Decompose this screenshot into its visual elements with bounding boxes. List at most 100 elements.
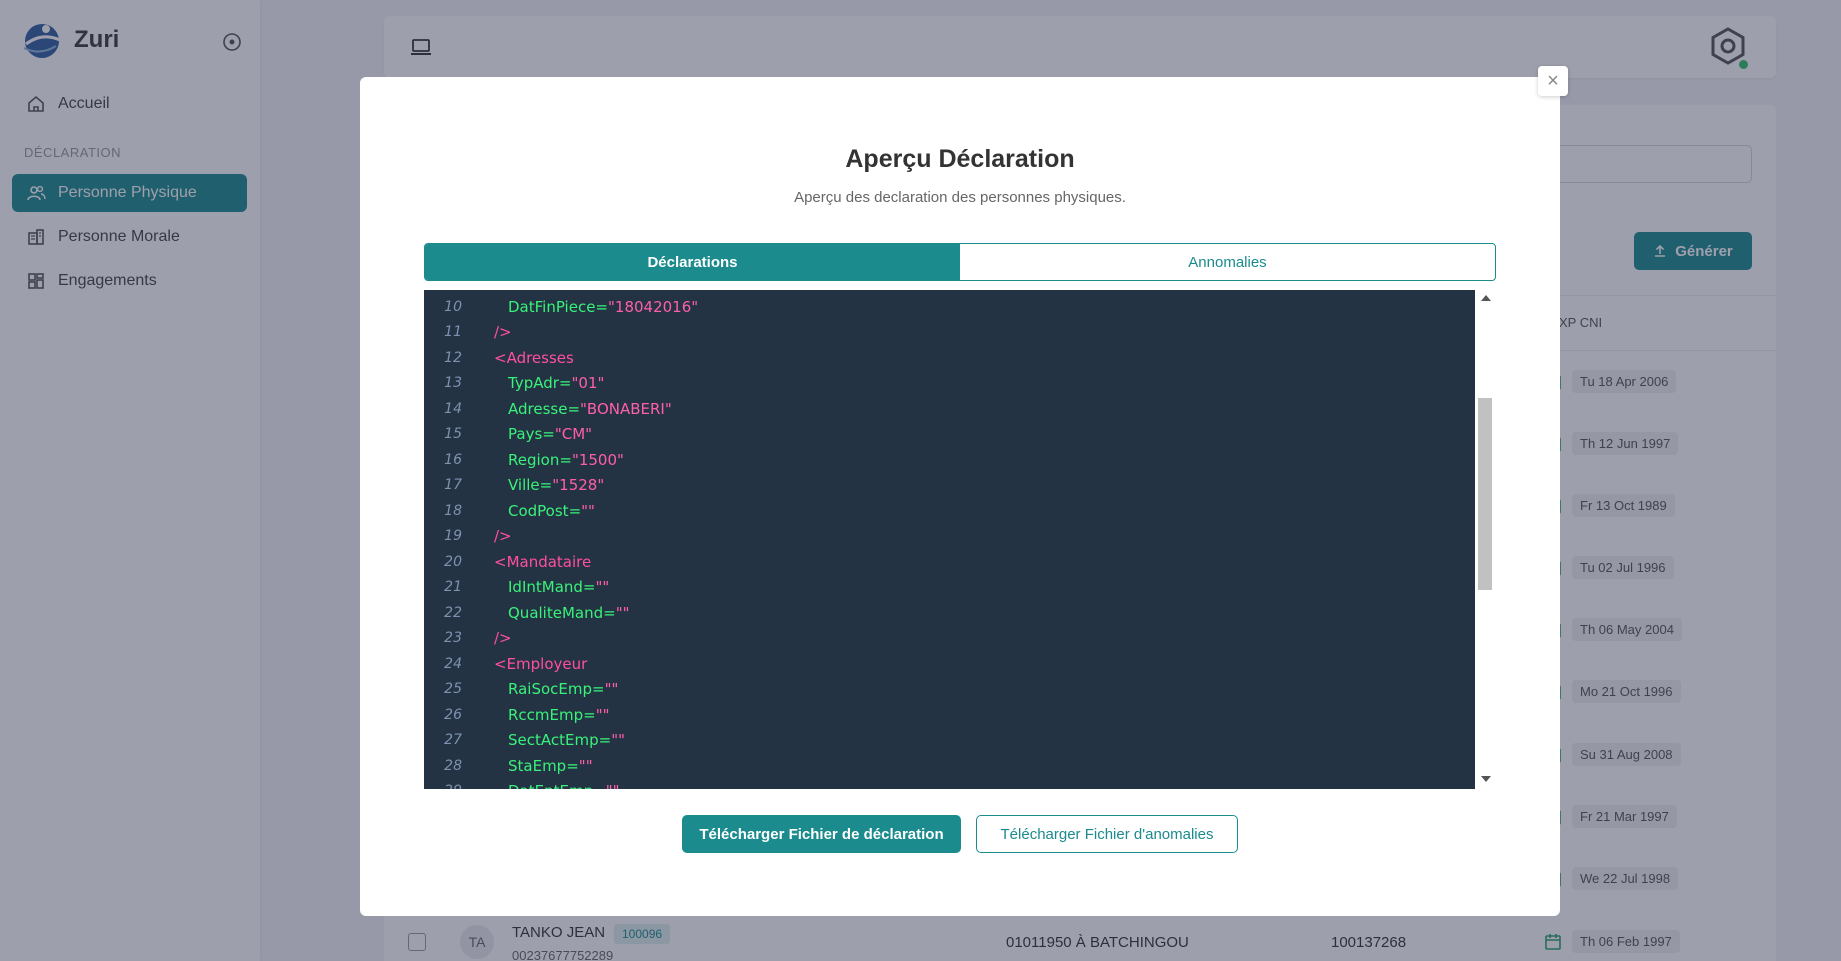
apercu-declaration-modal: × Aperçu Déclaration Aperçu des declarat…: [360, 66, 1568, 916]
code-line: 23 />: [424, 626, 512, 651]
line-number: 18: [444, 502, 462, 519]
line-number: 10: [444, 298, 462, 315]
code-line: 18 CodPost="": [424, 498, 595, 523]
download-anomalies-button[interactable]: Télécharger Fichier d'anomalies: [976, 815, 1238, 853]
xml-preview[interactable]: 10 DatFinPiece="18042016" 11/> 12 <Adresses 1…: [424, 290, 1496, 789]
attribute-name: DatFinPiece: [508, 297, 596, 316]
attribute-name: StaEmp: [508, 756, 567, 775]
code-line: 29 DatEntEmp="": [424, 779, 620, 789]
attribute-value: "": [578, 756, 593, 775]
equals-sign: =: [568, 501, 582, 520]
attribute-value: "": [604, 680, 619, 698]
attribute-value: "": [615, 603, 630, 622]
scroll-down-arrow-icon[interactable]: [1481, 776, 1491, 782]
scrollbar[interactable]: [1475, 290, 1496, 789]
code-line: 20 <Mandataire: [424, 549, 591, 574]
code-text: />: [494, 527, 512, 545]
code-line: 28 StaEmp="": [424, 753, 593, 778]
code-line: 25 RaiSocEmp="": [424, 677, 618, 702]
code-text: <Adresses: [494, 348, 574, 367]
code-text: Region="1500": [508, 451, 624, 469]
code-line: 27 SectActEmp="": [424, 728, 625, 753]
equals-sign: =: [566, 756, 579, 775]
modal-title: Aperçu Déclaration: [845, 145, 1075, 173]
tab-declarations[interactable]: Déclarations: [425, 244, 960, 280]
attribute-value: "CM": [554, 425, 593, 443]
attribute-name: Adresse: [508, 399, 568, 418]
code-text: Adresse="BONABERI": [508, 400, 672, 418]
close-button[interactable]: ×: [1538, 66, 1568, 96]
code-line: 12 <Adresses: [424, 345, 574, 370]
equals-sign: =: [595, 297, 608, 316]
attribute-name: TypAdr: [508, 374, 559, 392]
attribute-value: "": [611, 731, 626, 749]
line-number: 11: [444, 324, 462, 340]
attribute-name: DatEntEmp: [508, 782, 593, 789]
code-line: 11 />: [424, 320, 512, 345]
code-text: DatEntEmp="": [508, 782, 620, 789]
equals-sign: =: [603, 603, 616, 622]
attribute-name: RaiSocEmp: [508, 680, 593, 698]
attribute-value: "18042016": [608, 297, 699, 316]
attribute-name: SectActEmp: [508, 731, 599, 749]
line-number: 20: [444, 553, 462, 570]
modal-subtitle: Aperçu des declaration des personnes phy…: [794, 189, 1126, 206]
download-declaration-button[interactable]: Télécharger Fichier de déclaration: [682, 815, 961, 853]
code-text: RccmEmp="": [508, 706, 610, 724]
code-line: 26 RccmEmp="": [424, 702, 610, 727]
equals-sign: =: [539, 476, 553, 494]
attribute-value: "1500": [571, 450, 624, 469]
scrollbar-thumb[interactable]: [1478, 398, 1492, 590]
equals-sign: =: [583, 705, 596, 724]
code-text: RaiSocEmp="": [508, 680, 618, 698]
code-line: 22 QualiteMand="": [424, 600, 630, 625]
equals-sign: =: [558, 374, 572, 392]
line-number: 14: [444, 400, 462, 417]
code-text: Pays="CM": [508, 425, 592, 443]
tab-bar: Déclarations Annomalies: [424, 243, 1496, 281]
line-number: 24: [444, 655, 462, 672]
attribute-name: CodPost: [508, 501, 569, 520]
line-number: 12: [444, 349, 462, 366]
attribute-value: "": [606, 782, 620, 789]
code-text: SectActEmp="": [508, 731, 625, 749]
code-text: Ville="1528": [508, 476, 604, 494]
attribute-name: Pays: [508, 425, 543, 443]
code-line: 24 <Employeur: [424, 651, 587, 676]
attribute-value: "": [595, 578, 610, 596]
attribute-value: "": [581, 501, 595, 520]
line-number: 23: [444, 630, 462, 646]
line-number: 27: [444, 732, 462, 748]
code-text: />: [494, 629, 512, 647]
close-icon: ×: [1547, 69, 1559, 92]
equals-sign: =: [567, 399, 581, 418]
code-text: QualiteMand="": [508, 604, 630, 622]
line-number: 15: [444, 426, 462, 442]
code-text: DatFinPiece="18042016": [508, 298, 698, 316]
line-number: 17: [444, 477, 462, 493]
code-text: <Mandataire: [494, 552, 592, 571]
code-text: />: [494, 323, 512, 341]
code-line: 16 Region="1500": [424, 447, 624, 472]
line-number: 22: [444, 604, 462, 621]
line-number: 28: [444, 757, 462, 774]
line-number: 16: [444, 451, 462, 468]
equals-sign: =: [542, 425, 555, 443]
line-number: 19: [444, 528, 462, 544]
attribute-value: "1528": [552, 476, 605, 494]
equals-sign: =: [593, 782, 606, 789]
line-number: 26: [444, 706, 462, 723]
scroll-up-arrow-icon[interactable]: [1481, 295, 1491, 301]
equals-sign: =: [582, 578, 596, 596]
attribute-name: Ville: [508, 476, 540, 494]
attribute-value: "01": [571, 374, 605, 392]
code-line: 17 Ville="1528": [424, 473, 604, 498]
tab-annomalies[interactable]: Annomalies: [960, 244, 1495, 280]
attribute-value: "": [595, 705, 610, 724]
equals-sign: =: [592, 680, 605, 698]
line-number: 29: [424, 783, 462, 789]
attribute-name: Region: [508, 450, 560, 469]
equals-sign: =: [559, 450, 572, 469]
code-line: 19 />: [424, 524, 512, 549]
code-editor[interactable]: 10 DatFinPiece="18042016" 11/> 12 <Adresses 1…: [424, 290, 1475, 789]
